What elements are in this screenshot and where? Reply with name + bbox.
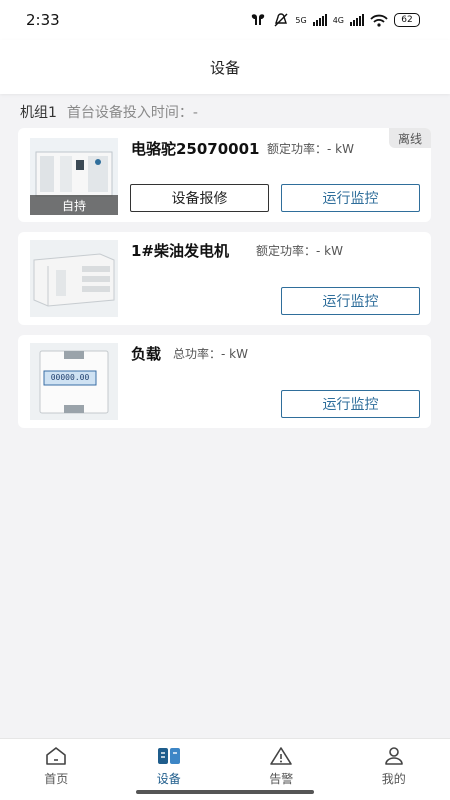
device-card[interactable]: 1#柴油发电机 额定功率：- kW 运行监控 [18, 232, 431, 325]
status-bar: 2:33 5G 4G 62 [0, 0, 450, 40]
alert-icon [269, 745, 293, 767]
thumbnail-caption: 自持 [30, 195, 118, 215]
home-indicator[interactable] [136, 790, 314, 794]
page-title: 设备 [209, 58, 240, 77]
device-card[interactable]: 00000.00 负载 总功率：- kW 运行监控 [18, 335, 431, 428]
device-power: 额定功率：- kW [256, 244, 343, 258]
nav-alert[interactable]: 告警 [241, 745, 321, 787]
nav-device[interactable]: 设备 [129, 745, 209, 787]
nav-alert-label: 告警 [269, 772, 294, 786]
mute-icon [274, 13, 288, 27]
status-icons: 5G 4G 62 [249, 13, 420, 27]
group-first-time: 首台设备投入时间：- [66, 105, 198, 121]
nav-mine[interactable]: 我的 [354, 745, 434, 787]
earbuds-icon [252, 14, 265, 25]
nav-device-label: 设备 [156, 772, 181, 786]
device-card[interactable]: 自持 离线 电骆驼25070001 额定功率：- kW 设备报修 运行监控 [18, 128, 431, 222]
repair-button[interactable]: 设备报修 [130, 184, 269, 212]
group-header: 机组1 首台设备投入时间：- [20, 101, 198, 123]
wifi-icon [370, 14, 388, 27]
signal-icon [312, 14, 327, 26]
battery-icon: 62 [394, 13, 420, 27]
signal-icon-2 [350, 14, 364, 26]
device-name: 1#柴油发电机 [131, 242, 230, 260]
device-icon [157, 745, 181, 767]
device-thumbnail: 自持 [30, 138, 118, 215]
monitor-button[interactable]: 运行监控 [281, 184, 420, 212]
monitor-button[interactable]: 运行监控 [281, 390, 420, 418]
group-name: 机组1 [20, 105, 57, 121]
device-power: 总功率：- kW [173, 347, 248, 361]
nav-home[interactable]: 首页 [16, 745, 96, 787]
device-thumbnail [30, 240, 118, 317]
net-5g-label: 5G [295, 15, 307, 25]
status-time: 2:33 [26, 11, 60, 29]
net-4g-label: 4G [332, 15, 344, 25]
nav-mine-label: 我的 [381, 772, 406, 786]
nav-home-label: 首页 [44, 772, 69, 786]
monitor-button[interactable]: 运行监控 [281, 287, 420, 315]
home-icon [44, 745, 68, 767]
generator-image [30, 240, 118, 317]
status-badge: 离线 [389, 128, 431, 148]
device-power: 额定功率：- kW [267, 142, 354, 156]
device-name: 负载 [131, 345, 162, 363]
page-header: 设备 [0, 40, 450, 94]
device-name: 电骆驼25070001 [131, 140, 260, 158]
device-thumbnail: 00000.00 [30, 343, 118, 420]
meter-reading: 00000.00 [50, 373, 90, 382]
user-icon [382, 745, 406, 767]
